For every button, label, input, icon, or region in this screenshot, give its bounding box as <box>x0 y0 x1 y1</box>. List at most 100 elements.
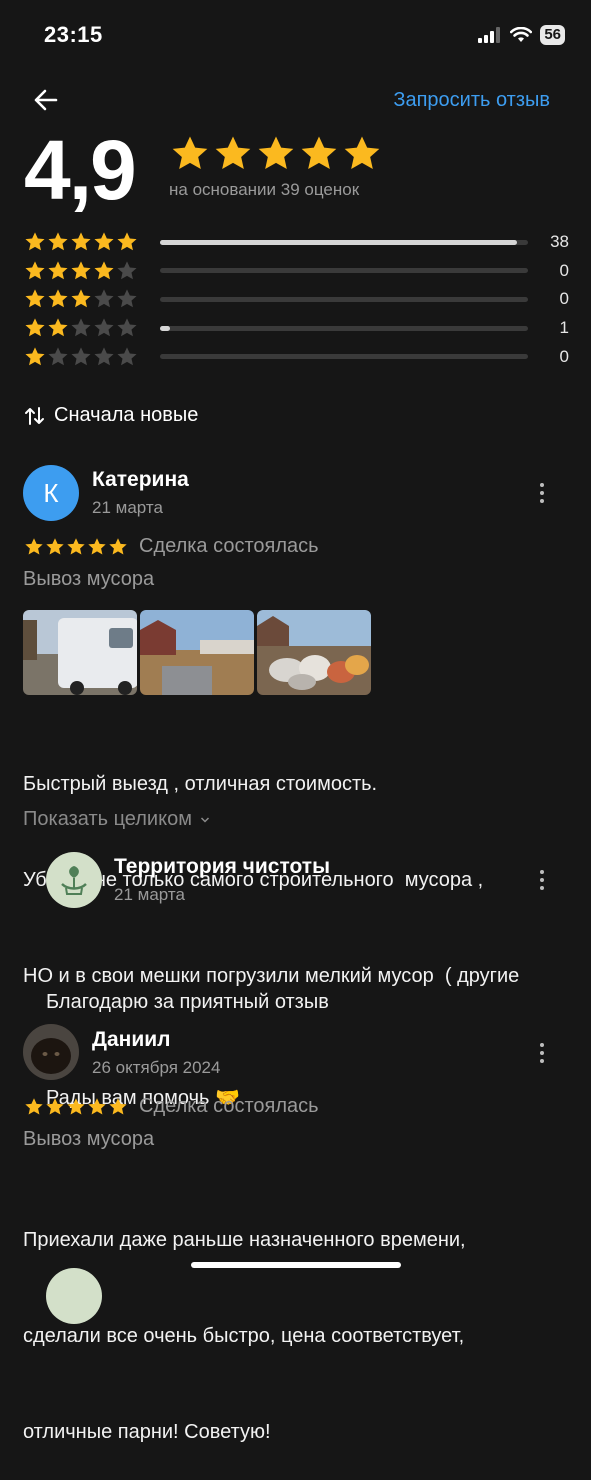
distribution-row-4: 0 <box>24 259 569 283</box>
review-text-line: сделали все очень быстро, цена соответст… <box>23 1325 465 1347</box>
star-filled-icon <box>88 1097 106 1114</box>
star-filled-icon <box>48 232 68 251</box>
distribution-count: 1 <box>559 318 569 338</box>
review-date: 26 октября 2024 <box>92 1058 221 1077</box>
star-filled-icon <box>71 261 91 279</box>
star-empty-icon <box>48 347 68 366</box>
star-empty-icon <box>94 289 114 308</box>
star-filled-icon <box>71 232 91 251</box>
review-menu-button[interactable] <box>532 1041 552 1065</box>
bags-photo <box>257 610 371 695</box>
distribution-stars <box>24 317 144 339</box>
star-empty-icon <box>71 347 91 366</box>
review-photo-bags[interactable] <box>257 610 371 695</box>
star-filled-icon <box>94 232 114 251</box>
van-photo <box>23 610 137 695</box>
review-text: Приехали даже раньше назначенного времен… <box>23 1160 466 1480</box>
review-date: 21 марта <box>92 498 163 517</box>
star-filled-icon <box>71 289 91 308</box>
review-category: Вывоз мусора <box>23 1128 155 1150</box>
review-text-line: Быстрый выезд , отличная стоимость. <box>23 773 378 795</box>
review-photo-van[interactable] <box>23 610 137 695</box>
reply-text-line: Благодарю за приятный отзыв <box>46 991 329 1013</box>
dog-avatar-icon <box>23 1024 79 1080</box>
back-button[interactable] <box>30 84 62 116</box>
distribution-bar <box>160 325 528 331</box>
eco-logo-icon <box>61 866 87 895</box>
distribution-count: 0 <box>559 289 569 309</box>
average-rating: 4,9 <box>24 123 137 217</box>
distribution-bar <box>160 239 528 245</box>
star-filled-icon <box>46 537 64 554</box>
sort-arrows-icon <box>25 406 44 425</box>
avatar <box>23 1024 79 1080</box>
status-icons: 56 <box>478 24 565 46</box>
distribution-stars <box>24 231 144 253</box>
review-category: Вывоз мусора <box>23 568 155 590</box>
distribution-row-2: 1 <box>24 316 569 340</box>
review-rating: Сделка состоялась <box>24 535 319 558</box>
distribution-stars <box>24 346 144 368</box>
star-filled-icon <box>109 1097 127 1114</box>
distribution-bar-fill <box>160 239 517 245</box>
star-filled-icon <box>25 1097 43 1114</box>
distribution-bar <box>160 296 528 302</box>
star-filled-icon <box>67 537 85 554</box>
review-author: Даниил <box>92 1028 171 1051</box>
review-text-line: отличные парни! Советую! <box>23 1421 271 1443</box>
company-avatar <box>46 1268 102 1324</box>
sort-button[interactable]: Сначала новые <box>24 404 198 427</box>
site-photo <box>140 610 254 695</box>
distribution-count: 0 <box>559 346 569 366</box>
star-filled-icon <box>25 537 43 554</box>
company-avatar <box>46 852 102 908</box>
star-filled-icon <box>109 537 127 554</box>
review-photo-site[interactable] <box>140 610 254 695</box>
star-filled-icon <box>94 261 114 279</box>
star-filled-icon <box>172 136 208 169</box>
star-filled-icon <box>67 1097 85 1114</box>
star-filled-icon <box>258 136 294 169</box>
distribution-row-5: 38 <box>24 230 569 254</box>
distribution-bar <box>160 268 528 274</box>
star-empty-icon <box>117 289 137 308</box>
star-filled-icon <box>301 136 337 169</box>
star-empty-icon <box>117 261 137 279</box>
star-empty-icon <box>94 347 114 366</box>
distribution-count: 0 <box>559 260 569 280</box>
arrow-left-icon <box>34 89 58 111</box>
star-empty-icon <box>94 318 114 337</box>
star-filled-icon <box>25 289 45 308</box>
star-empty-icon <box>71 318 91 337</box>
distribution-row-3: 0 <box>24 287 569 311</box>
status-time: 23:15 <box>44 22 103 47</box>
star-empty-icon <box>117 318 137 337</box>
distribution-stars <box>24 288 144 310</box>
sort-label: Сначала новые <box>54 404 199 426</box>
show-full-button[interactable]: Показать целиком <box>23 808 210 831</box>
battery-indicator: 56 <box>540 25 565 45</box>
show-full-label: Показать целиком <box>23 808 192 830</box>
wifi-icon <box>510 27 533 42</box>
star-filled-icon <box>344 136 380 169</box>
home-indicator[interactable] <box>191 1262 401 1268</box>
request-review-link[interactable]: Запросить отзыв <box>393 89 550 112</box>
review-stars <box>24 537 128 557</box>
reply-menu-button[interactable] <box>532 868 552 892</box>
deal-status: Сделка состоялась <box>139 535 319 557</box>
star-filled-icon <box>48 318 68 337</box>
review-text-line: Приехали даже раньше назначенного времен… <box>23 1229 466 1251</box>
star-filled-icon <box>215 136 251 169</box>
signal-icon <box>478 27 501 43</box>
review-stars <box>24 1097 128 1117</box>
reply-date: 21 марта <box>114 885 185 904</box>
review-menu-button[interactable] <box>532 481 552 505</box>
reply-author: Территория чистоты <box>114 855 330 878</box>
review-rating: Сделка состоялась <box>24 1095 319 1118</box>
star-filled-icon <box>48 261 68 279</box>
star-filled-icon <box>88 537 106 554</box>
avatar-letter: К <box>43 477 59 508</box>
star-filled-icon <box>48 289 68 308</box>
avatar: К <box>23 465 79 521</box>
star-filled-icon <box>25 261 45 279</box>
